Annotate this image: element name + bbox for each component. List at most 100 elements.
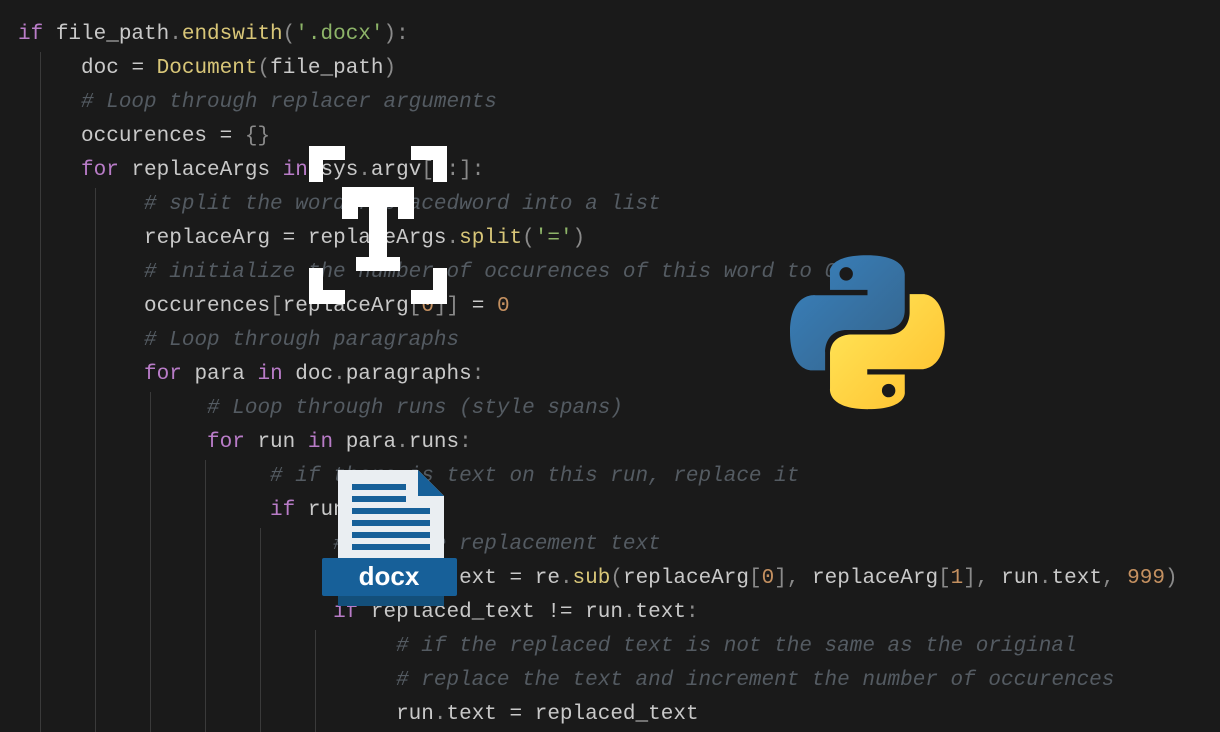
python-icon <box>790 255 945 410</box>
token-punc: : <box>686 601 699 624</box>
code-line: # if the replaced text is not the same a… <box>18 630 1220 664</box>
token-cmt: # Loop through runs (style spans) <box>207 397 623 420</box>
code-line: occurences = {} <box>18 120 1220 154</box>
token-kw: for <box>144 363 194 386</box>
token-punc: : <box>472 363 485 386</box>
token-var: file_path <box>270 57 383 80</box>
token-var: occurences <box>144 295 270 318</box>
token-fn: endswith <box>182 23 283 46</box>
token-punc: ( <box>257 57 270 80</box>
token-cmt: # Loop through replacer arguments <box>81 91 497 114</box>
token-kw: if <box>18 23 56 46</box>
code-line: # split the word=replacedword into a lis… <box>18 188 1220 222</box>
token-punc: [ <box>270 295 283 318</box>
token-op: = <box>510 567 535 590</box>
token-punc: . <box>623 601 636 624</box>
token-punc: . <box>396 431 409 454</box>
token-var: run <box>1001 567 1039 590</box>
token-var: replaceArg <box>812 567 938 590</box>
token-cmt: # Loop through paragraphs <box>144 329 459 352</box>
text-scan-icon <box>308 145 448 305</box>
token-punc: . <box>1039 567 1052 590</box>
code-line: if replaced_text != run.text: <box>18 596 1220 630</box>
token-var: paragraphs <box>346 363 472 386</box>
token-punc: . <box>447 227 460 250</box>
token-punc: ], <box>963 567 1001 590</box>
token-punc: [ <box>749 567 762 590</box>
code-line: # initialize the number of occurences of… <box>18 256 1220 290</box>
token-punc: : <box>459 431 472 454</box>
token-kw: for <box>207 431 257 454</box>
token-kw: in <box>257 363 295 386</box>
code-line: replaceArg = replaceArgs.split('=') <box>18 222 1220 256</box>
token-num: 999 <box>1127 567 1165 590</box>
token-cmt: # replace the text and increment the num… <box>396 669 1114 692</box>
token-str: '.docx' <box>295 23 383 46</box>
token-var: run <box>257 431 307 454</box>
token-op: = <box>472 295 497 318</box>
token-var: replaceArgs <box>131 159 282 182</box>
token-var: para <box>194 363 257 386</box>
token-var: replaceArg <box>144 227 283 250</box>
code-line: # Loop through replacer arguments <box>18 86 1220 120</box>
token-punc: , <box>1102 567 1127 590</box>
token-fn: sub <box>573 567 611 590</box>
token-punc: [ <box>938 567 951 590</box>
token-punc: ) <box>384 57 397 80</box>
token-var: doc <box>295 363 333 386</box>
token-num: 0 <box>497 295 510 318</box>
token-str: '=' <box>535 227 573 250</box>
token-kw: for <box>81 159 131 182</box>
token-op: = <box>283 227 308 250</box>
code-line: replaced_text = re.sub(replaceArg[0], re… <box>18 562 1220 596</box>
code-line: for run in para.runs: <box>18 426 1220 460</box>
token-var: doc <box>81 57 131 80</box>
token-cmt: # initialize the number of occurences of… <box>144 261 837 284</box>
token-op: = <box>131 57 156 80</box>
token-num: 1 <box>951 567 964 590</box>
token-kw: if <box>270 499 308 522</box>
code-line: if file_path.endswith('.docx'): <box>18 18 1220 52</box>
token-fn: split <box>459 227 522 250</box>
token-punc: {} <box>245 125 270 148</box>
token-punc: . <box>169 23 182 46</box>
token-punc: . <box>560 567 573 590</box>
token-var: run <box>585 601 623 624</box>
token-var: file_path <box>56 23 169 46</box>
token-var: re <box>535 567 560 590</box>
token-punc: . <box>333 363 346 386</box>
docx-label: docx <box>359 561 420 591</box>
code-line: # if there is text on this run, replace … <box>18 460 1220 494</box>
code-line: # replace the text and increment the num… <box>18 664 1220 698</box>
token-punc: ) <box>573 227 586 250</box>
token-var: runs <box>409 431 459 454</box>
token-cmt: # if the replaced text is not the same a… <box>396 635 1077 658</box>
token-kw: in <box>308 431 346 454</box>
token-op: = <box>220 125 245 148</box>
token-num: 0 <box>762 567 775 590</box>
token-punc: ): <box>384 23 409 46</box>
code-line: run.text = replaced_text <box>18 698 1220 732</box>
code-line: # get the replacement text <box>18 528 1220 562</box>
token-punc: ( <box>283 23 296 46</box>
code-line: doc = Document(file_path) <box>18 52 1220 86</box>
code-line: # Loop through runs (style spans) <box>18 392 1220 426</box>
code-line: occurences[replaceArg[0]] = 0 <box>18 290 1220 324</box>
token-var: text <box>1052 567 1102 590</box>
code-line: for replaceArgs in sys.argv[0:]: <box>18 154 1220 188</box>
token-punc: ], <box>774 567 812 590</box>
token-punc: ( <box>610 567 623 590</box>
token-var: replaceArg <box>623 567 749 590</box>
token-op: != <box>547 601 585 624</box>
docx-file-icon: docx <box>318 466 461 614</box>
token-punc: ( <box>522 227 535 250</box>
token-var: text <box>636 601 686 624</box>
token-punc: :]: <box>447 159 485 182</box>
code-line: # Loop through paragraphs <box>18 324 1220 358</box>
code-editor: if file_path.endswith('.docx'): doc = Do… <box>0 0 1220 732</box>
token-var: para <box>346 431 396 454</box>
token-punc: ) <box>1165 567 1178 590</box>
token-fn: Document <box>157 57 258 80</box>
code-line: if run.text: <box>18 494 1220 528</box>
token-var: occurences <box>81 125 220 148</box>
